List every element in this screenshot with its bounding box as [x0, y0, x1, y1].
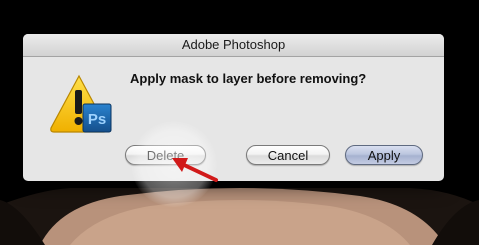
dialog-title: Adobe Photoshop — [23, 34, 444, 57]
apply-button[interactable]: Apply — [345, 145, 423, 165]
warning-photoshop-icon: Ps — [50, 74, 112, 133]
dialog-message: Apply mask to layer before removing? — [130, 71, 367, 86]
cancel-button[interactable]: Cancel — [246, 145, 330, 165]
delete-button[interactable]: Delete — [125, 145, 206, 165]
alert-dialog: Adobe Photoshop Ps Apply mask to layer b… — [23, 34, 444, 181]
svg-text:Ps: Ps — [88, 111, 106, 128]
